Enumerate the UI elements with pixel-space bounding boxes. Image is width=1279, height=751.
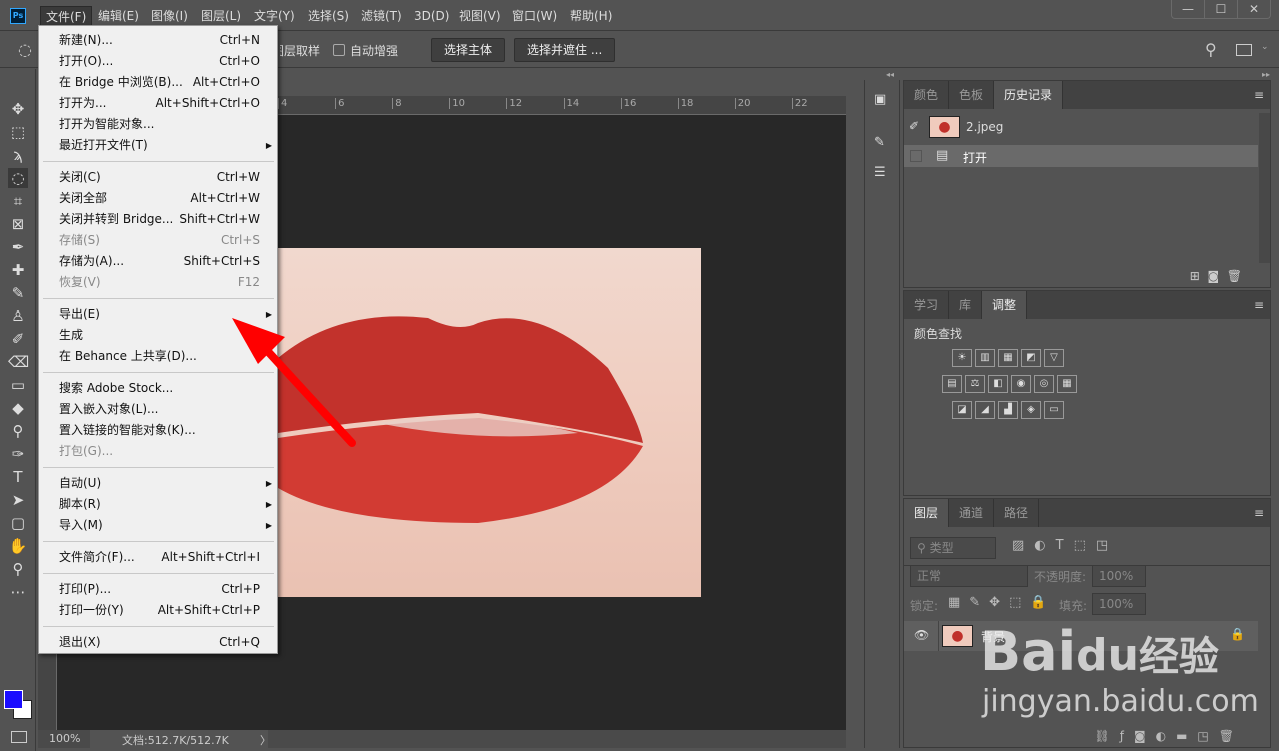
foreground-color-swatch[interactable] — [4, 690, 23, 709]
annotation-arrow — [232, 318, 356, 447]
arrow-shaft — [258, 341, 356, 447]
